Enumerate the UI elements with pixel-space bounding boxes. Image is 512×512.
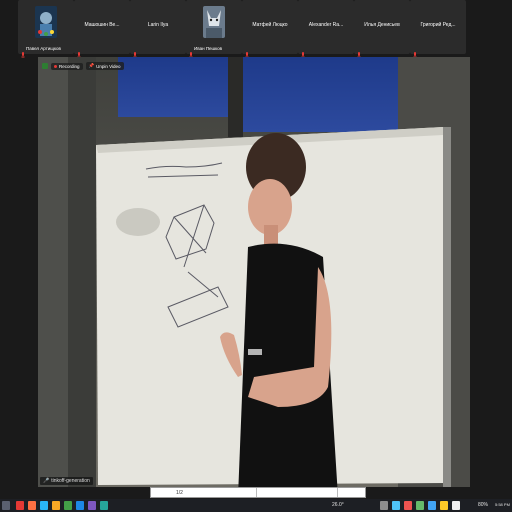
participant-strip: Павел Артищков Машошин Ве... Larin Ilya … [0, 0, 512, 58]
flag-icon [452, 501, 460, 510]
start-icon[interactable] [2, 501, 10, 510]
tray-icon[interactable] [416, 501, 424, 510]
tray-icon[interactable] [380, 501, 388, 510]
divider [256, 488, 257, 497]
participant-tile[interactable]: Иван Пешков [186, 0, 242, 58]
participant-name: Иван Пешков [194, 46, 223, 51]
mic-icon: 🎤 [43, 478, 50, 484]
telegram-icon[interactable] [40, 501, 48, 510]
participant-tile[interactable]: Илья Денисьев [354, 0, 410, 58]
mic-muted-icon [189, 45, 193, 58]
participant-name: Larin Ilya [147, 22, 169, 28]
pager-bar[interactable]: 1/2 [150, 487, 366, 498]
record-dot-icon [54, 64, 57, 68]
mic-muted-icon [245, 45, 249, 58]
participant-name: Машошин Ве... [84, 22, 120, 28]
tray-icon[interactable] [440, 501, 448, 510]
mic-muted-icon [357, 45, 361, 58]
firefox-icon[interactable] [28, 501, 36, 510]
participant-name: Павел Артищков [26, 46, 61, 51]
participant-tile[interactable]: Машошин Ве... [74, 0, 130, 58]
participant-avatar [35, 6, 57, 38]
battery-level: 80% [478, 502, 489, 508]
participant-avatar [203, 6, 225, 38]
participant-name: Матфей Люцко [252, 22, 288, 28]
security-icon [42, 63, 48, 69]
recording-badge[interactable]: Recording [51, 62, 83, 70]
taskbar: 26.0° 80% 5:58 PM [0, 499, 512, 512]
pin-icon: 📌 [88, 63, 95, 68]
mic-muted-icon [413, 45, 417, 58]
participant-name: Илья Денисьев [364, 22, 400, 28]
folder-icon[interactable] [52, 501, 60, 510]
speaker-name-tag: 🎤 tinkoff-generation [40, 477, 93, 485]
zoom-icon[interactable] [76, 501, 84, 510]
mic-muted-icon [21, 45, 25, 58]
unpin-label: Unpin Video [96, 63, 121, 69]
opera-icon[interactable] [16, 501, 24, 510]
temperature: 26.0° [332, 502, 344, 508]
excel-icon[interactable] [64, 501, 72, 510]
participant-tile[interactable]: Alexander Ra... [298, 0, 354, 58]
tray-icon[interactable] [392, 501, 400, 510]
participant-name: Alexander Ra... [308, 22, 344, 28]
page-indicator: 1/2 [176, 490, 183, 496]
participant-name: Григорий Ред... [420, 22, 456, 28]
tray-icon[interactable] [428, 501, 436, 510]
unpin-button[interactable]: 📌 Unpin Video [85, 62, 124, 70]
speaker-name: tinkoff-generation [51, 478, 90, 484]
recording-indicator: Recording 📌 Unpin Video [42, 62, 124, 70]
participant-tile[interactable]: Павел Артищков [18, 0, 74, 58]
recording-label: Recording [59, 63, 80, 69]
participant-tile[interactable]: Larin Ilya [130, 0, 186, 58]
clock: 5:58 PM [495, 502, 510, 507]
video-frame [38, 57, 470, 487]
mic-muted-icon [301, 45, 305, 58]
participant-tile[interactable]: Григорий Ред... [410, 0, 466, 58]
app-icon[interactable] [88, 501, 96, 510]
participant-tile[interactable]: Матфей Люцко [242, 0, 298, 58]
divider [337, 488, 338, 497]
mic-muted-icon [77, 45, 81, 58]
app-icon[interactable] [100, 501, 108, 510]
mic-muted-icon [133, 45, 137, 58]
main-video[interactable]: Recording 📌 Unpin Video 🎤 tinkoff-genera… [38, 57, 470, 487]
tray-icon[interactable] [404, 501, 412, 510]
